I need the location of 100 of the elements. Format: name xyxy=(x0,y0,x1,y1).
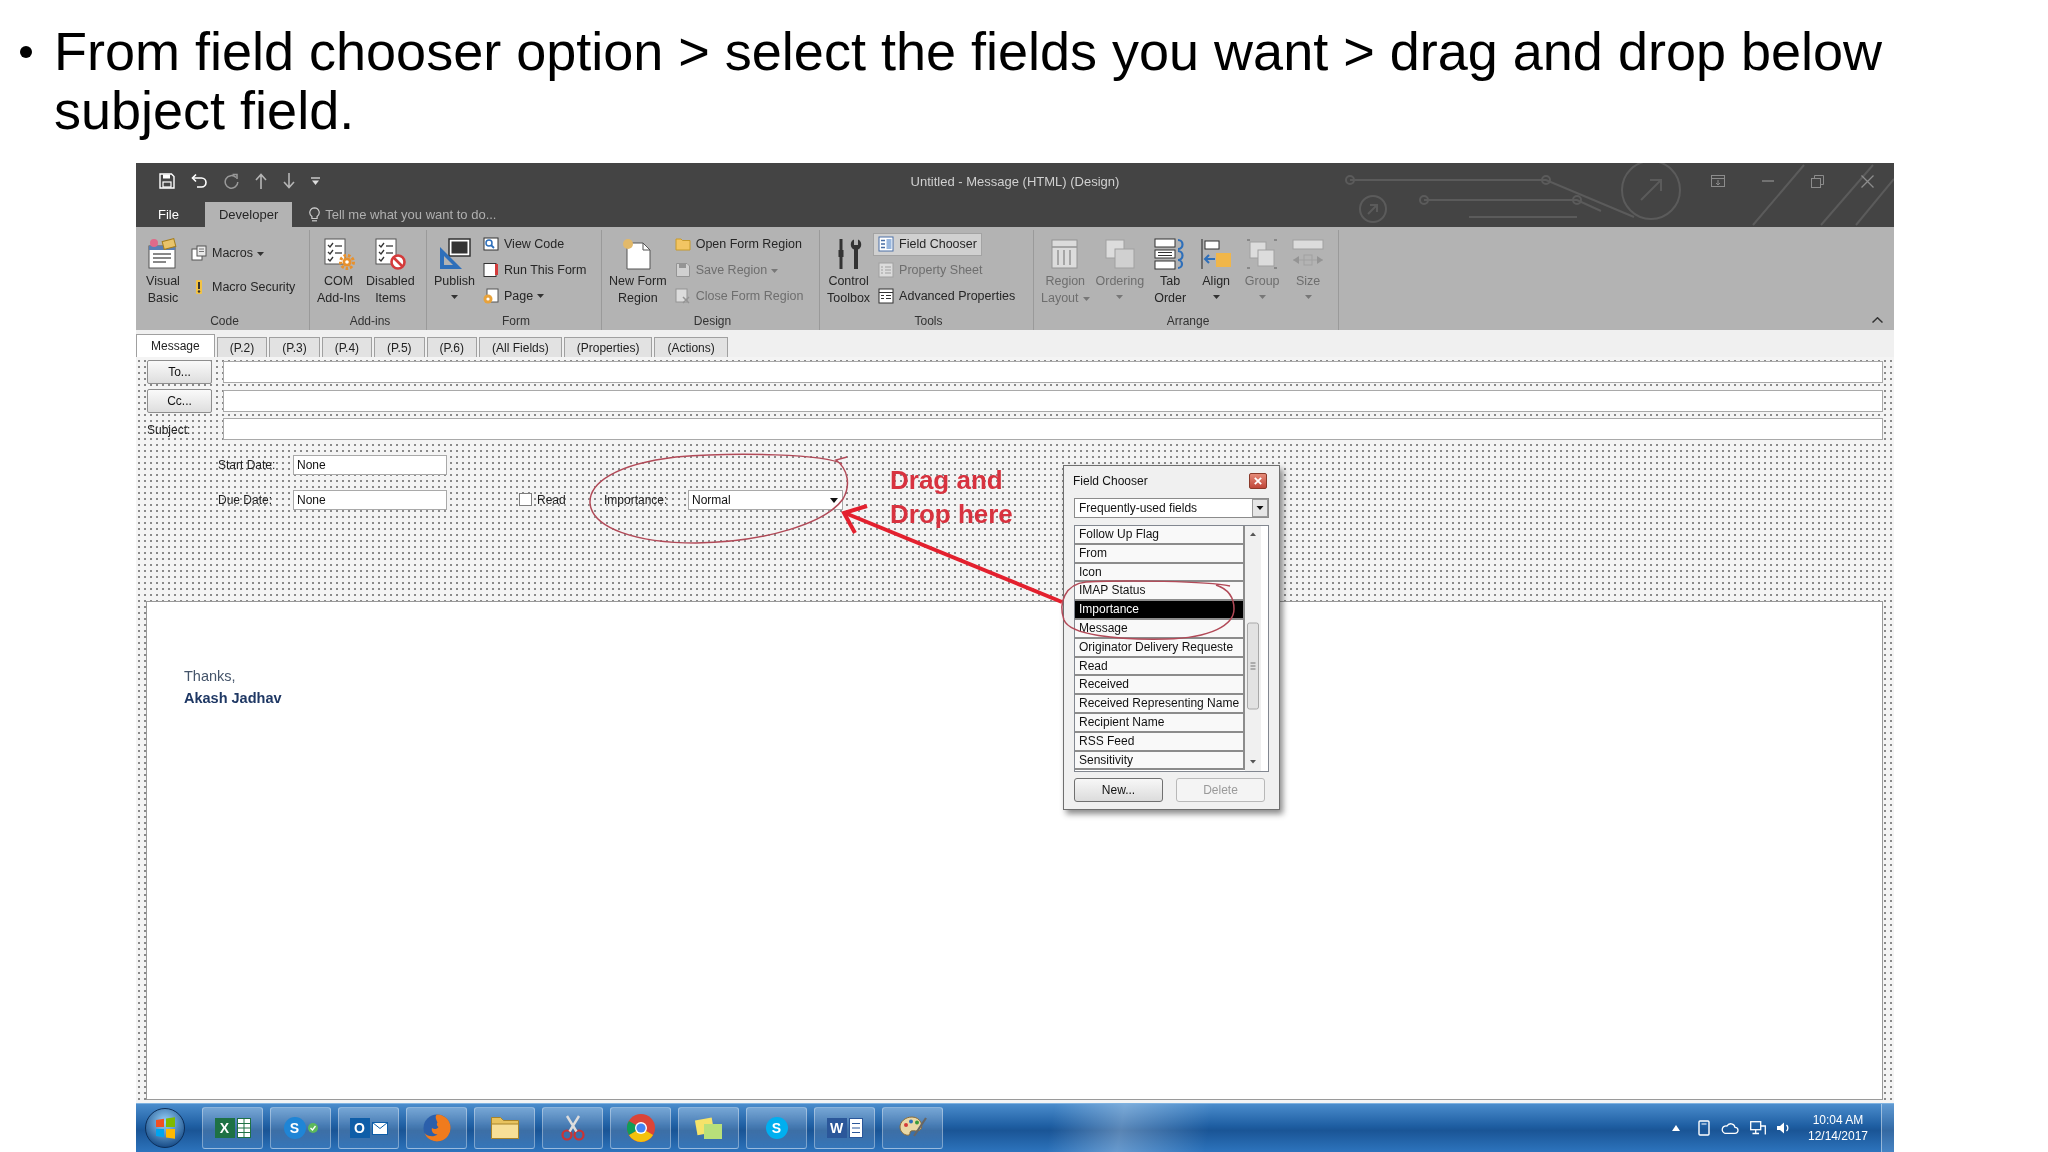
ribbon-button[interactable]: Page xyxy=(478,284,550,308)
customize-menu-icon[interactable] xyxy=(311,177,320,185)
ribbon-tab[interactable]: File xyxy=(150,202,187,227)
down-arrow-icon[interactable] xyxy=(283,173,295,189)
address-button[interactable]: To... xyxy=(147,360,212,384)
taskbar-button[interactable]: O xyxy=(338,1107,399,1149)
ribbon-button[interactable]: Open Form Region xyxy=(669,232,807,256)
folder-icon xyxy=(490,1117,519,1139)
undo-icon[interactable] xyxy=(191,173,207,189)
speaker-icon[interactable] xyxy=(1777,1122,1791,1134)
bullet-icon xyxy=(20,46,32,58)
form-tab[interactable]: (P.5) xyxy=(374,337,425,357)
up-arrow-icon[interactable] xyxy=(255,173,267,189)
body-text: Akash Jadhav xyxy=(184,689,282,708)
stacked-squares-icon xyxy=(1103,238,1136,270)
ribbon-button[interactable]: Disabled Items xyxy=(363,230,418,310)
checklist-gear-icon xyxy=(322,238,355,270)
annotation-text: Drag and Drop here xyxy=(890,464,1013,531)
window-title: Untitled - Message (HTML) (Design) xyxy=(910,173,1120,189)
start-button[interactable] xyxy=(142,1105,188,1151)
form-tab[interactable]: (P.4) xyxy=(321,337,373,357)
taskbar-button[interactable]: S xyxy=(270,1107,331,1149)
show-desktop-button[interactable] xyxy=(1881,1104,1894,1152)
dropdown[interactable]: Normal xyxy=(688,490,843,510)
input-field[interactable] xyxy=(223,390,1883,412)
form-tab[interactable]: (Properties) xyxy=(563,337,653,357)
form-tab[interactable]: (Actions) xyxy=(654,337,728,357)
ribbon-button[interactable]: View Code xyxy=(478,232,570,256)
input-field[interactable] xyxy=(223,361,1883,383)
field-list-item[interactable]: Importance xyxy=(1075,601,1245,620)
check-badge-icon xyxy=(307,1123,318,1133)
group-label: Form xyxy=(502,314,530,330)
ribbon-button[interactable]: Run This Form xyxy=(478,258,592,282)
ribbon-button[interactable]: Visual Basic xyxy=(140,230,186,310)
caret-icon xyxy=(537,294,545,299)
body-text: Thanks, xyxy=(184,667,236,686)
code-window-icon xyxy=(147,238,179,270)
tell-me-field[interactable]: Tell me what you want to do... xyxy=(325,205,536,224)
input-field[interactable]: None xyxy=(293,490,447,510)
ribbon-button[interactable]: New Form Region xyxy=(606,230,670,310)
close-icon[interactable] xyxy=(1861,174,1874,188)
ribbon-button[interactable]: Macros xyxy=(186,241,269,265)
taskbar-button[interactable]: X xyxy=(202,1107,263,1149)
field-list-item[interactable]: Received Representing Name xyxy=(1075,695,1245,714)
input-field[interactable] xyxy=(223,418,1883,440)
checkbox[interactable] xyxy=(519,493,532,506)
lightbulb-icon xyxy=(309,207,321,222)
magnifier-document-icon xyxy=(483,236,499,253)
field-list-icon xyxy=(878,236,895,253)
taskbar-button[interactable] xyxy=(678,1107,739,1149)
field-list-item[interactable]: Follow Up Flag xyxy=(1075,526,1245,545)
taskbar-button[interactable] xyxy=(610,1107,671,1149)
form-tab[interactable]: Message xyxy=(136,334,215,357)
taskbar-button[interactable] xyxy=(882,1107,943,1149)
ribbon-display-icon[interactable] xyxy=(1711,175,1725,187)
ribbon-tab[interactable]: Developer xyxy=(204,202,293,227)
group-label: Tools xyxy=(914,314,943,330)
dropdown[interactable]: Frequently-used fields xyxy=(1074,498,1269,518)
save-icon[interactable] xyxy=(159,173,175,189)
ribbon-button[interactable]: COM Add-Ins xyxy=(314,230,364,310)
ribbon-button[interactable]: Field Chooser xyxy=(873,232,982,256)
scrollbar[interactable] xyxy=(1245,526,1261,771)
form-tab[interactable]: (P.6) xyxy=(426,337,478,357)
form-tab[interactable]: (All Fields) xyxy=(479,337,562,357)
field-label: Start Date: xyxy=(218,457,276,474)
ribbon-button[interactable]: Control Toolbox xyxy=(824,230,874,310)
dialog-title: Field Chooser xyxy=(1073,474,1148,488)
device-icon[interactable] xyxy=(1698,1120,1710,1136)
tray-expand-icon[interactable] xyxy=(1672,1125,1680,1131)
ribbon-button[interactable]: Tab Order xyxy=(1147,230,1194,310)
scissors-icon xyxy=(560,1115,585,1141)
taskbar-button[interactable]: W xyxy=(814,1107,875,1149)
input-field[interactable]: None xyxy=(293,455,447,475)
taskbar-button[interactable] xyxy=(406,1107,467,1149)
address-button[interactable]: Cc... xyxy=(147,389,212,413)
caret-icon xyxy=(451,295,458,299)
ribbon-button[interactable]: Publish xyxy=(431,230,478,310)
fox-globe-icon xyxy=(422,1114,451,1142)
close-icon xyxy=(1254,477,1262,485)
field-label: Due Date: xyxy=(218,492,273,509)
network-icon[interactable] xyxy=(1750,1121,1766,1135)
taskbar-button[interactable] xyxy=(542,1107,603,1149)
cloud-icon[interactable] xyxy=(1721,1122,1739,1134)
taskbar-button[interactable] xyxy=(474,1107,535,1149)
form-tab[interactable]: (P.2) xyxy=(216,337,268,357)
tab-order-icon xyxy=(1154,238,1187,270)
restore-icon[interactable] xyxy=(1811,174,1824,188)
close-button[interactable] xyxy=(1249,473,1267,489)
start-orb-icon xyxy=(145,1108,185,1148)
checkbox-label: Read xyxy=(537,492,566,509)
field-list-item[interactable]: IMAP Status xyxy=(1075,582,1245,602)
ribbon-button[interactable]: Advanced Properties xyxy=(873,284,1021,308)
ribbon-button[interactable]: Align xyxy=(1193,230,1240,310)
collapse-caret-icon[interactable] xyxy=(1872,317,1883,323)
field-list-item[interactable]: Received xyxy=(1075,676,1245,696)
redo-icon[interactable] xyxy=(223,173,239,189)
caret-icon xyxy=(771,268,779,273)
dialog-button[interactable]: New... xyxy=(1074,778,1163,802)
ribbon-button[interactable]: Macro Security xyxy=(186,275,301,299)
form-tab[interactable]: (P.3) xyxy=(269,337,320,357)
